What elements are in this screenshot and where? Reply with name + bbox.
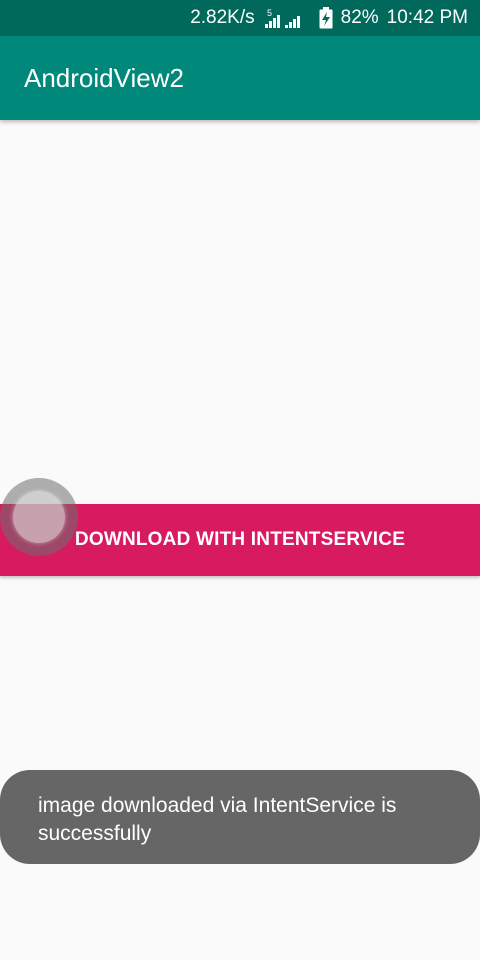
- signal-label: 5: [267, 8, 272, 18]
- download-button-label: DOWNLOAD WITH INTENTSERVICE: [74, 529, 406, 550]
- touch-indicator: [0, 478, 78, 556]
- network-speed: 2.82K/s: [190, 7, 255, 28]
- toast-message: image downloaded via IntentService is su…: [0, 770, 480, 864]
- battery-charging-icon: [319, 7, 333, 29]
- toast-text: image downloaded via IntentService is su…: [38, 794, 397, 845]
- app-bar: AndroidView2: [0, 36, 480, 120]
- touch-indicator-center: [13, 491, 65, 543]
- app-title: AndroidView2: [24, 63, 184, 93]
- phone-screen: 2.82K/s 5 82% 10:42 PM AndroidView2 DOWN…: [0, 0, 480, 960]
- status-bar-right: 2.82K/s 5 82% 10:42 PM: [190, 0, 468, 36]
- clock: 10:42 PM: [386, 7, 468, 28]
- signal-icon: 5: [263, 7, 311, 29]
- status-bar: 2.82K/s 5 82% 10:42 PM: [0, 0, 480, 36]
- battery-percent: 82%: [340, 7, 379, 28]
